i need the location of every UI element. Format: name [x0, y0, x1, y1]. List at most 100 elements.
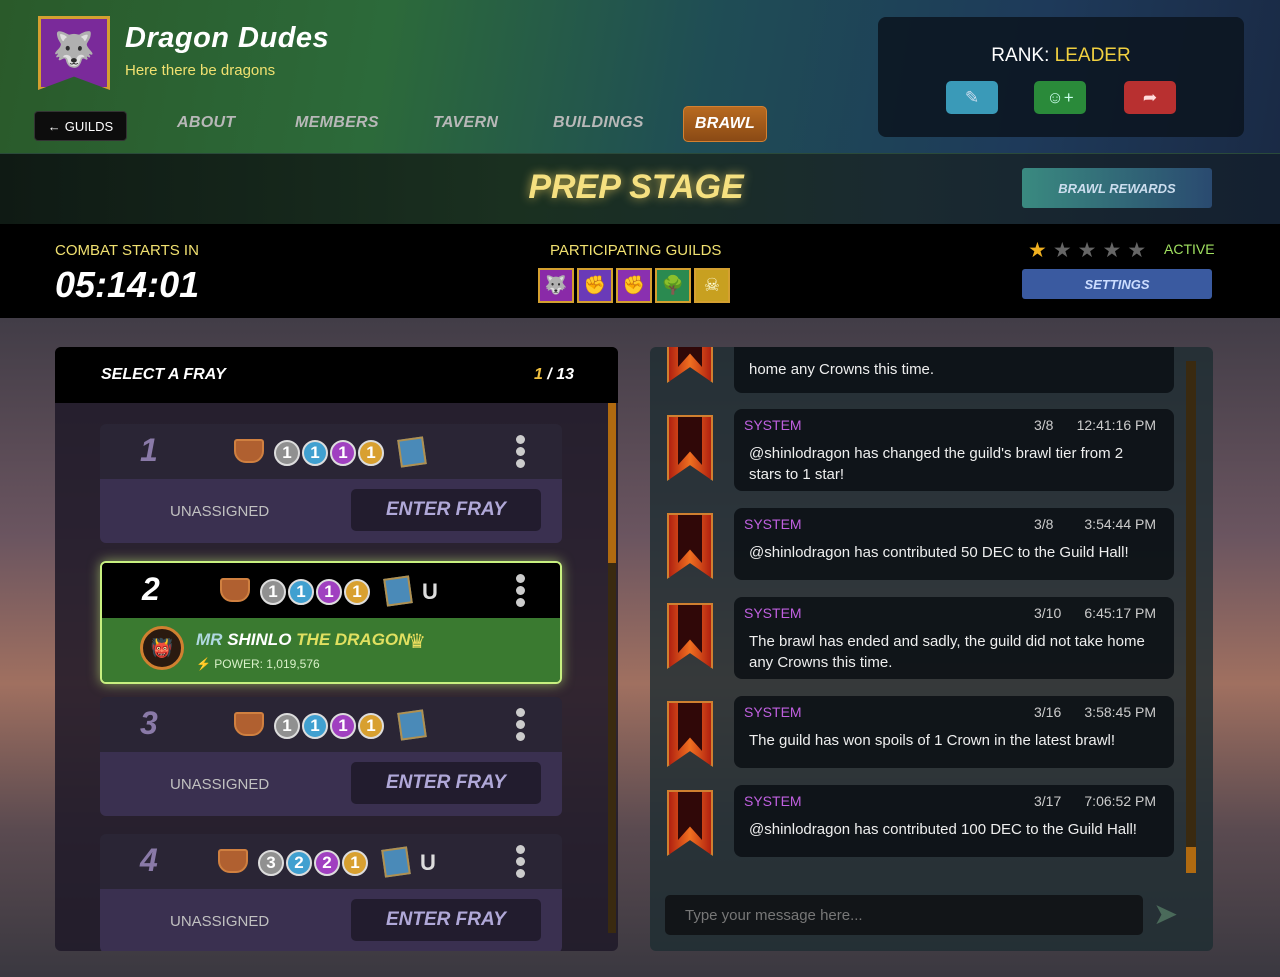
page-sep: /: [542, 366, 557, 383]
guild-wolf-icon[interactable]: 🐺: [538, 268, 574, 303]
rarity-counts: 1 1 1 1: [274, 440, 384, 466]
more-options-icon[interactable]: [516, 574, 525, 610]
common-count: 1: [260, 579, 286, 605]
system-banner-icon: [667, 347, 713, 383]
card-set-icon: [383, 575, 413, 607]
untamed-edition-icon: U: [420, 850, 436, 875]
tab-brawl[interactable]: BRAWL: [683, 106, 767, 142]
more-options-icon[interactable]: [516, 435, 525, 471]
message-sender: SYSTEM: [744, 417, 802, 433]
brawl-rewards-button[interactable]: BRAWL REWARDS: [1022, 168, 1212, 208]
legendary-count: 1: [344, 579, 370, 605]
star-empty-icon: ★: [1102, 239, 1122, 262]
fray-number: 2: [142, 571, 160, 607]
combat-timer: 05:14:01: [55, 264, 200, 305]
back-label: GUILDS: [64, 118, 114, 134]
rank-label: RANK:: [991, 45, 1050, 66]
message-time: 3:58:45 PM: [1084, 704, 1156, 720]
more-options-icon[interactable]: [516, 845, 525, 881]
pencil-icon: ✎: [964, 87, 980, 107]
participating-guilds-list: 🐺 ✊ ✊ 🌳 ☠: [538, 268, 730, 303]
message-time: 7:06:52 PM: [1084, 793, 1156, 809]
star-empty-icon: ★: [1077, 239, 1097, 262]
fray-card-selected[interactable]: 2 1 1 1 1 U 👹 MR SHINLO THE DRAGON ♛ ⚡ P…: [100, 561, 562, 684]
chat-scrollbar-thumb[interactable]: [1186, 847, 1196, 873]
status-badge: ACTIVE: [1164, 241, 1215, 257]
fray-card[interactable]: 1 1 1 1 1 UNASSIGNED ENTER FRAY: [100, 424, 562, 543]
rarity-counts: 1 1 1 1: [260, 579, 370, 605]
fray-card[interactable]: 4 3 2 2 1 U UNASSIGNED ENTER FRAY: [100, 834, 562, 951]
rare-count: 1: [288, 579, 314, 605]
chat-message: SYSTEM 3/10 6:45:17 PM The brawl has end…: [734, 597, 1174, 679]
guild-fist-icon[interactable]: ✊: [616, 268, 652, 303]
legendary-count: 1: [342, 850, 368, 876]
unassigned-label: UNASSIGNED: [170, 913, 270, 930]
message-time: 3:54:44 PM: [1084, 516, 1156, 532]
fray-scrollbar-thumb[interactable]: [608, 403, 616, 563]
league-shield-icon: [220, 578, 250, 602]
combat-starts-label: COMBAT STARTS IN: [55, 242, 199, 259]
enter-fray-button[interactable]: ENTER FRAY: [351, 762, 541, 804]
guild-tree-icon[interactable]: 🌳: [655, 268, 691, 303]
wolf-banner-icon: 🐺: [52, 31, 96, 69]
message-text: The guild has won spoils of 1 Crown in t…: [749, 732, 1116, 749]
send-icon[interactable]: ➤: [1153, 897, 1178, 932]
message-text: @shinlodragon has contributed 100 DEC to…: [749, 821, 1137, 838]
epic-count: 2: [314, 850, 340, 876]
fray-card[interactable]: 3 1 1 1 1 UNASSIGNED ENTER FRAY: [100, 697, 562, 816]
fray-header: SELECT A FRAY 1 / 13: [55, 347, 618, 403]
epic-count: 1: [330, 713, 356, 739]
fray-card-header: 3 1 1 1 1: [100, 697, 562, 752]
league-shield-icon: [234, 712, 264, 736]
rarity-counts: 1 1 1 1: [274, 713, 384, 739]
guild-skull-icon[interactable]: ☠: [694, 268, 730, 303]
leave-guild-button[interactable]: ➦: [1124, 81, 1176, 114]
message-date: 3/8: [1034, 417, 1054, 433]
settings-button[interactable]: SETTINGS: [1022, 269, 1212, 299]
message-date: 3/10: [1034, 605, 1062, 621]
unassigned-label: UNASSIGNED: [170, 503, 270, 520]
rank-text: RANK: LEADER: [878, 45, 1244, 67]
arrow-left-icon: ←: [47, 118, 61, 134]
common-count: 1: [274, 440, 300, 466]
fray-card-body: UNASSIGNED ENTER FRAY: [100, 479, 562, 543]
invite-member-button[interactable]: ☺+: [1034, 81, 1086, 114]
fray-card-body: 👹 MR SHINLO THE DRAGON ♛ ⚡ POWER: 1,019,…: [102, 618, 560, 682]
chat-message: SYSTEM 3/17 7:06:52 PM @shinlodragon has…: [734, 785, 1174, 857]
rare-count: 1: [302, 713, 328, 739]
chat-message-input[interactable]: Type your message here...: [665, 895, 1143, 935]
guild-fist-icon[interactable]: ✊: [577, 268, 613, 303]
chat-panel: home any Crowns this time. SYSTEM 3/8 12…: [650, 347, 1213, 951]
rank-value: LEADER: [1054, 45, 1131, 66]
back-to-guilds-button[interactable]: ← GUILDS: [34, 111, 127, 141]
guild-motto: Here there be dragons: [125, 62, 276, 79]
chat-message: home any Crowns this time.: [734, 347, 1174, 393]
add-user-icon: ☺+: [1046, 87, 1074, 107]
message-text: home any Crowns this time.: [749, 361, 935, 378]
tab-about[interactable]: ABOUT: [177, 114, 235, 132]
chat-scrollbar-track[interactable]: [1186, 361, 1196, 873]
tab-members[interactable]: MEMBERS: [295, 114, 379, 132]
epic-count: 1: [316, 579, 342, 605]
enter-fray-button[interactable]: ENTER FRAY: [351, 899, 541, 941]
card-set-icon: [397, 709, 427, 741]
edit-guild-button[interactable]: ✎: [946, 81, 998, 114]
star-empty-icon: ★: [1127, 239, 1147, 262]
untamed-edition-icon: U: [422, 579, 438, 604]
message-text: @shinlodragon has contributed 50 DEC to …: [749, 544, 1129, 561]
fray-panel: SELECT A FRAY 1 / 13 1 1 1 1 1 UNASSIGNE…: [55, 347, 618, 951]
tab-tavern[interactable]: TAVERN: [433, 114, 498, 132]
page-current: 1: [533, 366, 543, 383]
chat-message: SYSTEM 3/8 3:54:44 PM @shinlodragon has …: [734, 508, 1174, 580]
brawl-tier-stars: ★ ★ ★ ★ ★: [1028, 238, 1146, 263]
epic-count: 1: [330, 440, 356, 466]
more-options-icon[interactable]: [516, 708, 525, 744]
card-set-icon: [397, 436, 427, 468]
message-sender: SYSTEM: [744, 793, 802, 809]
player-name-a: MR: [196, 630, 223, 649]
rarity-counts: 3 2 2 1: [258, 850, 368, 876]
exit-icon: ➦: [1142, 87, 1158, 107]
enter-fray-button[interactable]: ENTER FRAY: [351, 489, 541, 531]
tab-buildings[interactable]: BUILDINGS: [553, 114, 644, 132]
fray-title: SELECT A FRAY: [101, 366, 226, 383]
